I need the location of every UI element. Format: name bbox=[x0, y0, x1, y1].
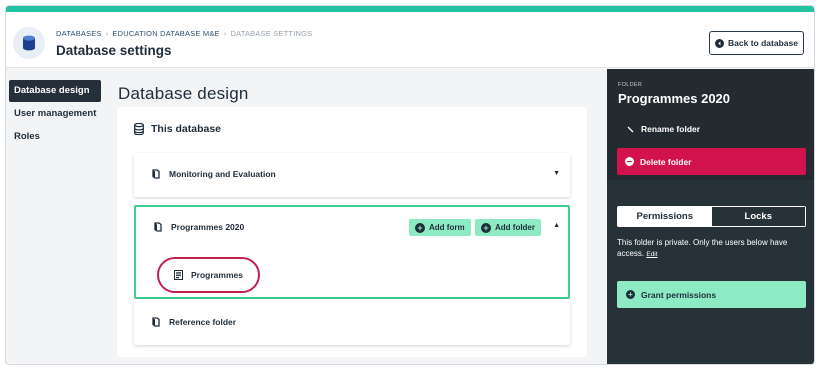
rename-folder-button[interactable]: Rename folder bbox=[627, 124, 700, 134]
panel-label: FOLDER bbox=[618, 82, 643, 88]
delete-label: Delete folder bbox=[640, 156, 692, 167]
app-window: DATABASES › EDUCATION DATABASE M&E › DATABAS… bbox=[5, 5, 815, 365]
database-icon bbox=[134, 123, 144, 135]
panel-title: Programmes 2020 bbox=[618, 91, 731, 106]
breadcrumb-current: DATABASE SETTINGS bbox=[230, 29, 313, 38]
plus-icon: + bbox=[481, 222, 491, 233]
chevron-up-icon[interactable]: ▲ bbox=[553, 222, 560, 229]
folder-reference-folder[interactable]: Reference folder bbox=[134, 299, 570, 345]
breadcrumb-database[interactable]: EDUCATION DATABASE M&E bbox=[112, 29, 219, 38]
add-form-label: Add form bbox=[429, 223, 465, 232]
rename-label: Rename folder bbox=[641, 124, 701, 134]
folder-name: Reference folder bbox=[169, 317, 237, 327]
breadcrumb: DATABASES › EDUCATION DATABASE M&E › DATABAS… bbox=[56, 29, 312, 38]
tab-locks[interactable]: Locks bbox=[711, 207, 805, 226]
privacy-notice: This folder is private. Only the users b… bbox=[617, 237, 807, 260]
folder-icon bbox=[152, 169, 160, 179]
plus-icon: + bbox=[415, 222, 425, 233]
folder-monitoring-and-evaluation[interactable]: Monitoring and Evaluation ▼ bbox=[134, 153, 570, 197]
breadcrumb-separator: › bbox=[105, 29, 109, 38]
add-form-button[interactable]: + Add form bbox=[409, 219, 471, 236]
permissions-locks-tabs: Permissions Locks bbox=[617, 206, 806, 227]
back-to-database-button[interactable]: Back to database bbox=[709, 31, 804, 55]
folder-name: Programmes 2020 bbox=[171, 222, 245, 232]
folder-programmes-2020[interactable]: Programmes 2020 + Add form + Add folder … bbox=[134, 205, 570, 299]
form-name: Programmes bbox=[191, 270, 243, 280]
privacy-text: This folder is private. Only the users b… bbox=[617, 238, 788, 258]
breadcrumb-databases[interactable]: DATABASES bbox=[56, 29, 102, 38]
section-title: Database design bbox=[118, 84, 249, 103]
page-header: DATABASES › EDUCATION DATABASE M&E › DATABAS… bbox=[6, 12, 814, 68]
sidebar-item-database-design[interactable]: Database design bbox=[9, 80, 101, 102]
add-folder-button[interactable]: + Add folder bbox=[475, 219, 541, 236]
folder-details-panel: FOLDER Programmes 2020 Rename folder Del… bbox=[607, 69, 814, 364]
plus-icon: + bbox=[626, 290, 635, 299]
minus-circle-icon bbox=[625, 157, 634, 166]
form-item-programmes[interactable]: Programmes bbox=[157, 257, 260, 293]
folder-icon bbox=[154, 222, 162, 232]
arrow-left-circle-icon bbox=[715, 38, 725, 48]
chevron-down-icon[interactable]: ▼ bbox=[553, 170, 560, 177]
tab-permissions[interactable]: Permissions bbox=[618, 207, 712, 226]
card-title: This database bbox=[151, 123, 222, 135]
grant-permissions-button[interactable]: + Grant permissions bbox=[617, 281, 806, 308]
sidebar-item-roles[interactable]: Roles bbox=[9, 126, 101, 148]
panel-header: FOLDER Programmes 2020 Rename folder Del… bbox=[607, 69, 814, 180]
back-button-label: Back to database bbox=[728, 38, 798, 48]
folder-icon bbox=[152, 317, 160, 327]
delete-folder-button[interactable]: Delete folder bbox=[617, 148, 806, 175]
breadcrumb-separator: › bbox=[223, 29, 227, 38]
add-folder-label: Add folder bbox=[495, 223, 535, 232]
card-header: This database bbox=[134, 123, 221, 135]
pencil-icon bbox=[627, 126, 634, 132]
sidebar-nav: Database design User management Roles bbox=[9, 80, 101, 149]
form-icon bbox=[174, 270, 184, 280]
database-icon bbox=[13, 27, 45, 59]
folder-name: Monitoring and Evaluation bbox=[169, 169, 276, 179]
edit-link[interactable]: Edit bbox=[646, 251, 657, 258]
database-tree-card: This database Monitoring and Evaluation … bbox=[117, 107, 587, 357]
grant-label: Grant permissions bbox=[641, 289, 717, 300]
sidebar-item-user-management[interactable]: User management bbox=[9, 103, 101, 125]
page-title: Database settings bbox=[56, 43, 172, 58]
